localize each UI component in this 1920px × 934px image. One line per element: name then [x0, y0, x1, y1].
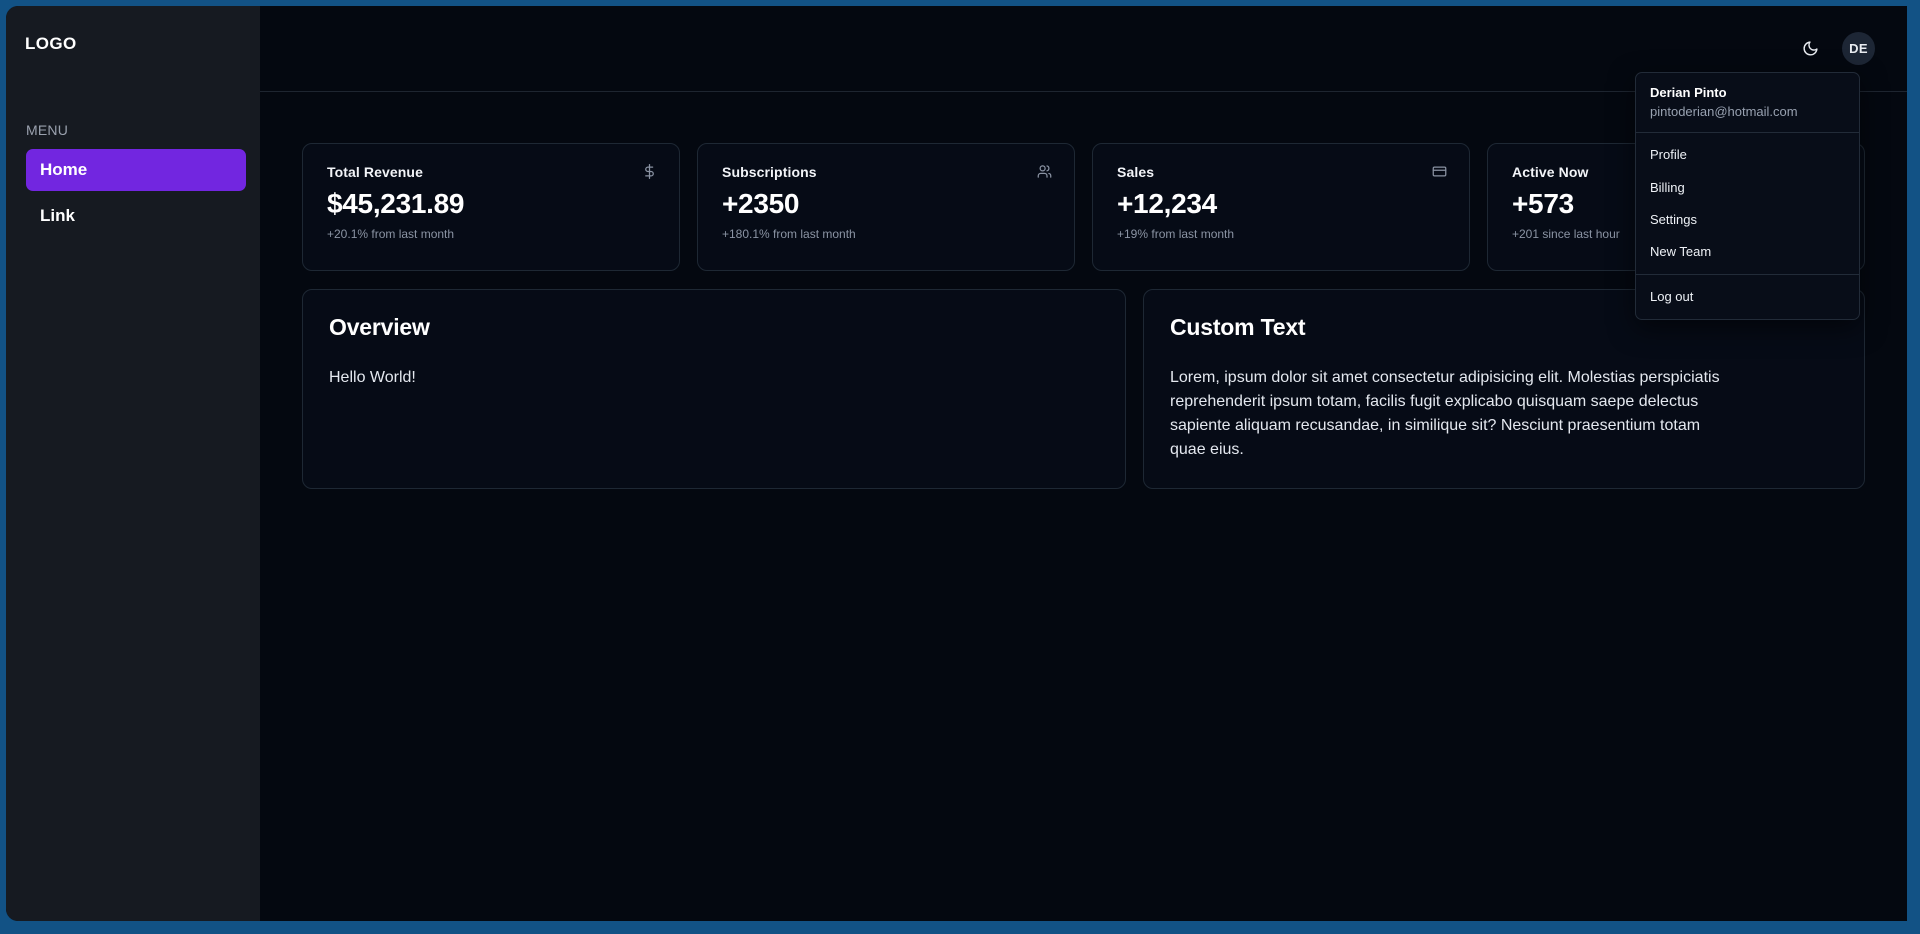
stat-card-sales: Sales +12,234 +19% from last month [1092, 143, 1470, 271]
panels-row: Overview Hello World! Custom Text Lorem,… [302, 289, 1865, 489]
moon-icon[interactable] [1795, 34, 1825, 64]
avatar[interactable]: DE [1842, 32, 1875, 65]
panel-overview: Overview Hello World! [302, 289, 1126, 489]
menu-item-new-team[interactable]: New Team [1636, 236, 1859, 268]
main-area: DE Derian Pinto pintoderian@hotmail.com … [260, 6, 1907, 921]
stat-cards-row: Total Revenue $45,231.89 +20.1% from las… [302, 143, 1865, 271]
users-icon [1037, 164, 1052, 179]
stat-card-subscriptions: Subscriptions +2350 +180.1% from last mo… [697, 143, 1075, 271]
dollar-icon [642, 164, 657, 179]
menu-item-profile[interactable]: Profile [1636, 139, 1859, 171]
sidebar-item-link[interactable]: Link [26, 195, 246, 237]
stat-title: Subscriptions [722, 164, 817, 180]
stat-card-header: Sales [1117, 164, 1447, 180]
panel-body: Hello World! [329, 369, 416, 386]
menu-item-settings[interactable]: Settings [1636, 204, 1859, 236]
stat-value: $45,231.89 [327, 188, 465, 219]
user-dropdown-menu: Derian Pinto pintoderian@hotmail.com Pro… [1635, 72, 1860, 321]
menu-item-log-out[interactable]: Log out [1636, 281, 1859, 313]
stat-title: Active Now [1512, 164, 1589, 180]
sidebar-nav: Home Link [6, 138, 260, 236]
sidebar-item-home[interactable]: Home [26, 149, 246, 191]
stat-subtext: +20.1% from last month [327, 226, 455, 241]
user-menu-group-logout: Log out [1636, 275, 1859, 319]
logo: LOGO [25, 34, 77, 53]
stat-subtext: +180.1% from last month [722, 226, 856, 241]
panel-title: Overview [329, 314, 430, 340]
stat-title: Sales [1117, 164, 1155, 180]
user-menu-group-primary: Profile Billing Settings New Team [1636, 133, 1859, 274]
stat-title: Total Revenue [327, 164, 423, 180]
sidebar-section-label: MENU [26, 122, 69, 138]
browser-window-frame: LOGO MENU Home Link DE Derian Pinto pint… [0, 0, 1920, 934]
stat-card-header: Subscriptions [722, 164, 1052, 180]
menu-item-billing[interactable]: Billing [1636, 172, 1859, 204]
user-menu-email: pintoderian@hotmail.com [1650, 103, 1798, 119]
stat-card-header: Total Revenue [327, 164, 657, 180]
stat-subtext: +19% from last month [1117, 226, 1235, 241]
app-root: LOGO MENU Home Link DE Derian Pinto pint… [6, 6, 1907, 921]
user-menu-header: Derian Pinto pintoderian@hotmail.com [1636, 73, 1859, 132]
sidebar: LOGO MENU Home Link [6, 6, 260, 921]
stat-card-total-revenue: Total Revenue $45,231.89 +20.1% from las… [302, 143, 680, 271]
credit-card-icon [1432, 164, 1447, 179]
user-menu-name: Derian Pinto [1650, 85, 1727, 100]
stat-value: +2350 [722, 188, 800, 219]
panel-body: Lorem, ipsum dolor sit amet consectetur … [1170, 369, 1720, 458]
stat-value: +12,234 [1117, 188, 1217, 219]
